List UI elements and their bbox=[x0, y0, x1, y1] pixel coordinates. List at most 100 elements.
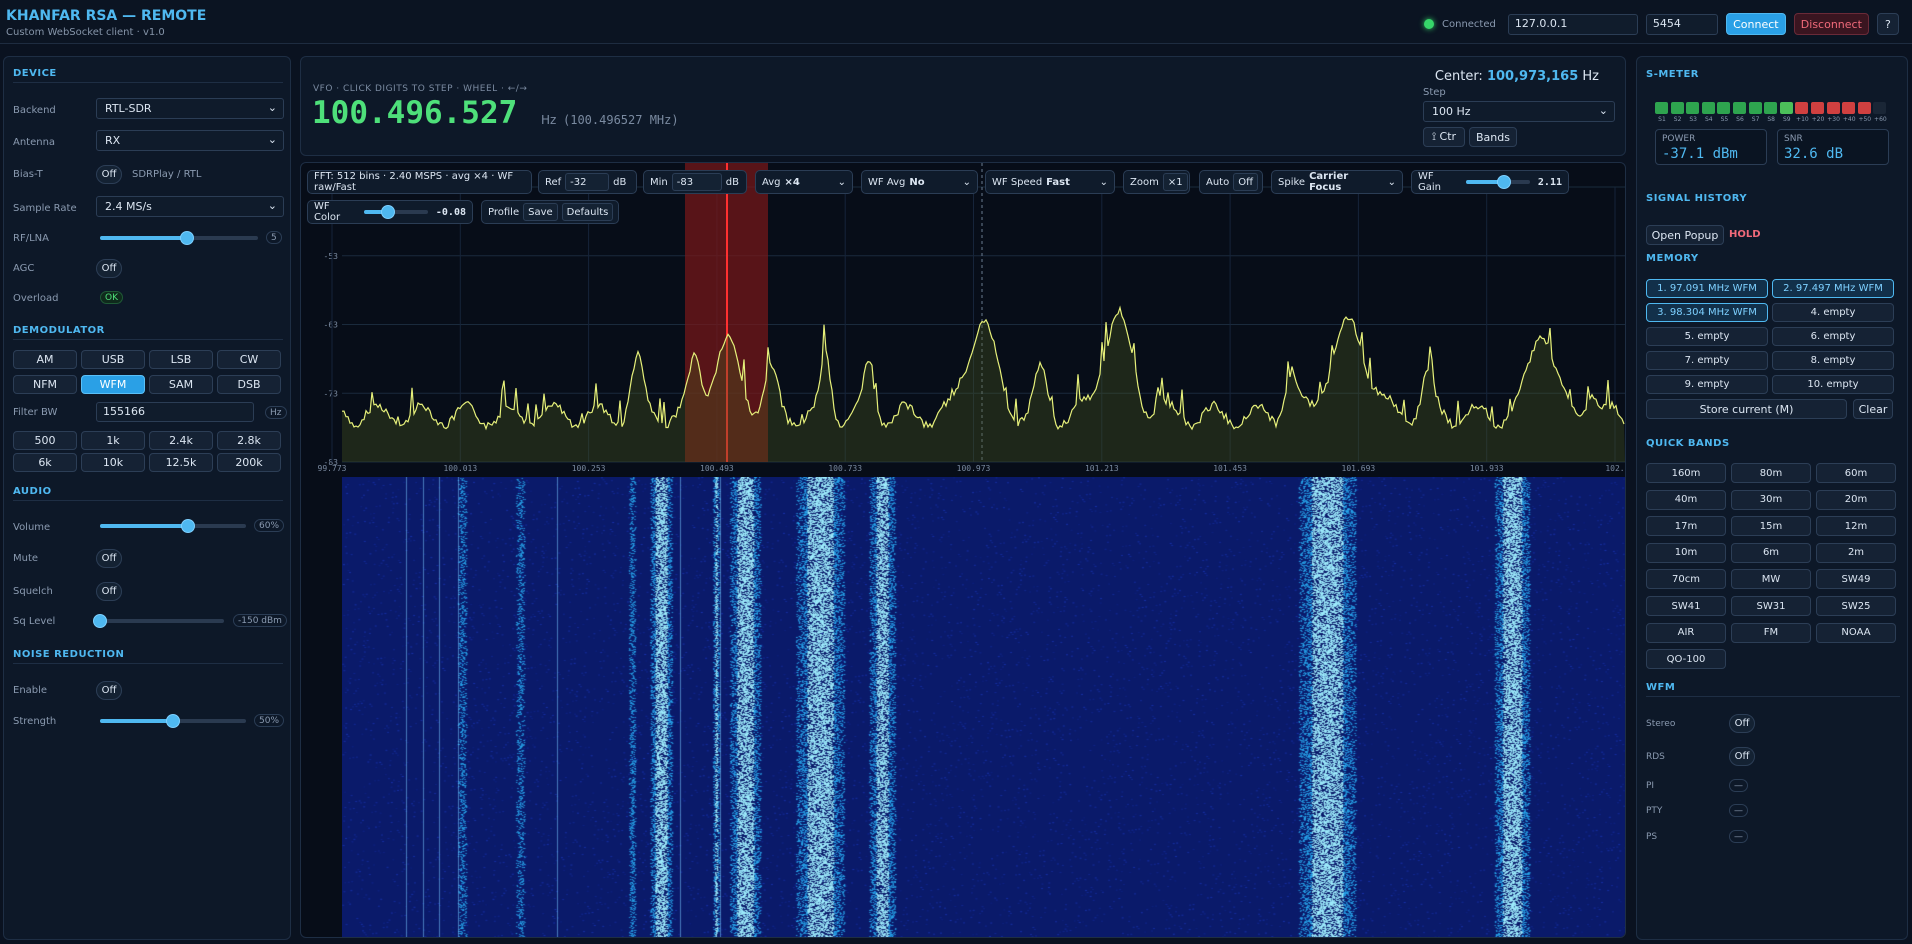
y-tick-label: -73 bbox=[324, 389, 339, 398]
wf-avg-select[interactable]: WF Avg No ⌄ bbox=[861, 170, 978, 194]
wf-color-slider[interactable] bbox=[364, 205, 428, 219]
band-button-40m[interactable]: 40m bbox=[1646, 489, 1726, 510]
bw-preset-button[interactable]: 1k bbox=[81, 431, 145, 450]
mode-button-lsb[interactable]: LSB bbox=[149, 350, 213, 369]
band-button-sw49[interactable]: SW49 bbox=[1816, 569, 1896, 590]
band-button-mw[interactable]: MW bbox=[1731, 569, 1811, 590]
band-button-fm[interactable]: FM bbox=[1731, 622, 1811, 643]
band-button-30m[interactable]: 30m bbox=[1731, 489, 1811, 510]
band-button-12m[interactable]: 12m bbox=[1816, 516, 1896, 537]
bw-preset-button[interactable]: 12.5k bbox=[149, 453, 213, 472]
memory-slot-4[interactable]: 4. empty bbox=[1772, 303, 1894, 322]
memory-slot-5[interactable]: 5. empty bbox=[1646, 327, 1768, 346]
band-button-20m[interactable]: 20m bbox=[1816, 489, 1896, 510]
step-select[interactable]: 100 Hz ⌄ bbox=[1423, 101, 1615, 122]
band-button-noaa[interactable]: NOAA bbox=[1816, 622, 1896, 643]
center-button[interactable]: ⟟ Ctr bbox=[1423, 127, 1465, 147]
rds-toggle[interactable]: Off bbox=[1729, 747, 1755, 766]
memory-slot-7[interactable]: 7. empty bbox=[1646, 351, 1768, 370]
bw-preset-button[interactable]: 10k bbox=[81, 453, 145, 472]
stereo-toggle[interactable]: Off bbox=[1729, 714, 1755, 733]
band-button-160m[interactable]: 160m bbox=[1646, 463, 1726, 483]
band-button-60m[interactable]: 60m bbox=[1816, 463, 1896, 483]
band-button-sw31[interactable]: SW31 bbox=[1731, 596, 1811, 616]
min-input[interactable]: -83 bbox=[671, 173, 722, 191]
band-button-sw41[interactable]: SW41 bbox=[1646, 596, 1726, 616]
smeter-segment bbox=[1733, 102, 1746, 114]
filter-bw-input[interactable]: 155166 bbox=[96, 402, 254, 422]
band-button-2m[interactable]: 2m bbox=[1816, 542, 1896, 563]
nr-enable-toggle[interactable]: Off bbox=[96, 681, 122, 700]
antenna-select[interactable]: RX ⌄ bbox=[96, 130, 284, 151]
sq-level-slider[interactable] bbox=[93, 614, 224, 628]
band-button-15m[interactable]: 15m bbox=[1731, 516, 1811, 537]
zoom-button[interactable]: ×1 bbox=[1162, 173, 1188, 191]
band-button-sw25[interactable]: SW25 bbox=[1816, 596, 1896, 616]
bw-preset-button[interactable]: 6k bbox=[13, 453, 77, 472]
open-popup-button[interactable]: Open Popup bbox=[1646, 225, 1724, 245]
volume-slider[interactable] bbox=[100, 519, 246, 533]
sq-level-value: -150 dBm bbox=[233, 614, 287, 627]
rflna-slider[interactable] bbox=[100, 231, 258, 245]
memory-slot-10[interactable]: 10. empty bbox=[1772, 375, 1894, 394]
store-current-button[interactable]: Store current (M) bbox=[1646, 399, 1847, 419]
host-input[interactable]: 127.0.0.1 bbox=[1507, 13, 1638, 35]
clear-memory-button[interactable]: Clear bbox=[1853, 399, 1893, 419]
wf-gain-slider[interactable] bbox=[1465, 175, 1530, 189]
wf-speed-select[interactable]: WF Speed Fast ⌄ bbox=[985, 170, 1115, 194]
power-box: POWER -37.1 dBm bbox=[1655, 129, 1767, 165]
memory-slot-8[interactable]: 8. empty bbox=[1772, 351, 1894, 370]
bw-preset-button[interactable]: 500 bbox=[13, 431, 77, 450]
avg-select[interactable]: Avg ×4 ⌄ bbox=[755, 170, 853, 194]
rflna-value: 5 bbox=[266, 231, 282, 244]
smeter-scale-label: S5 bbox=[1720, 116, 1729, 123]
profile-defaults-button[interactable]: Defaults bbox=[561, 203, 614, 221]
mode-button-cw[interactable]: CW bbox=[217, 350, 281, 369]
mute-toggle[interactable]: Off bbox=[96, 549, 122, 568]
band-button-qo-100[interactable]: QO-100 bbox=[1646, 649, 1726, 670]
mode-button-am[interactable]: AM bbox=[13, 350, 77, 369]
band-button-air[interactable]: AIR bbox=[1646, 622, 1726, 643]
squelch-toggle[interactable]: Off bbox=[96, 582, 122, 601]
profile-save-button[interactable]: Save bbox=[523, 203, 558, 221]
vfo-panel: VFO · CLICK DIGITS TO STEP · WHEEL · ←/→… bbox=[300, 56, 1626, 156]
waterfall-canvas[interactable] bbox=[342, 477, 1625, 937]
mode-button-usb[interactable]: USB bbox=[81, 350, 145, 369]
port-input[interactable]: 5454 bbox=[1645, 13, 1718, 35]
mode-button-wfm[interactable]: WFM bbox=[81, 375, 145, 394]
help-button[interactable]: ? bbox=[1876, 13, 1899, 35]
disconnect-button[interactable]: Disconnect bbox=[1793, 13, 1869, 35]
bands-button[interactable]: Bands bbox=[1469, 127, 1517, 147]
biast-toggle[interactable]: Off bbox=[96, 165, 122, 184]
mode-button-nfm[interactable]: NFM bbox=[13, 375, 77, 394]
vfo-frequency[interactable]: 100.496.527 bbox=[312, 95, 517, 131]
memory-slot-1[interactable]: 1. 97.091 MHz WFM bbox=[1646, 279, 1768, 298]
smeter-scale-label: S2 bbox=[1673, 116, 1682, 123]
sample-rate-select[interactable]: 2.4 MS/s ⌄ bbox=[96, 196, 284, 217]
backend-select[interactable]: RTL-SDR ⌄ bbox=[96, 98, 284, 119]
memory-slot-3[interactable]: 3. 98.304 MHz WFM bbox=[1646, 303, 1768, 322]
bw-preset-button[interactable]: 2.8k bbox=[217, 431, 281, 450]
bw-preset-button[interactable]: 200k bbox=[217, 453, 281, 472]
memory-slot-2[interactable]: 2. 97.497 MHz WFM bbox=[1772, 279, 1894, 298]
memory-slot-9[interactable]: 9. empty bbox=[1646, 375, 1768, 394]
band-button-10m[interactable]: 10m bbox=[1646, 542, 1726, 563]
band-button-80m[interactable]: 80m bbox=[1731, 463, 1811, 483]
smeter-scale-label: +60 bbox=[1874, 116, 1887, 123]
spike-select[interactable]: Spike Carrier Focus ⌄ bbox=[1271, 170, 1403, 194]
ref-input[interactable]: -32 bbox=[565, 173, 610, 191]
band-button-6m[interactable]: 6m bbox=[1731, 542, 1811, 563]
bw-preset-button[interactable]: 2.4k bbox=[149, 431, 213, 450]
band-button-70cm[interactable]: 70cm bbox=[1646, 569, 1726, 590]
connect-button[interactable]: Connect bbox=[1725, 13, 1786, 35]
status-dot-icon bbox=[1424, 19, 1434, 29]
wf-gain-label: WF Gain bbox=[1418, 171, 1441, 193]
mode-button-dsb[interactable]: DSB bbox=[217, 375, 281, 394]
hold-button[interactable]: HOLD bbox=[1729, 229, 1761, 240]
memory-slot-6[interactable]: 6. empty bbox=[1772, 327, 1894, 346]
band-button-17m[interactable]: 17m bbox=[1646, 516, 1726, 537]
agc-toggle[interactable]: Off bbox=[96, 259, 122, 278]
mode-button-sam[interactable]: SAM bbox=[149, 375, 213, 394]
nr-strength-slider[interactable] bbox=[100, 714, 246, 728]
auto-button[interactable]: Off bbox=[1233, 173, 1258, 191]
